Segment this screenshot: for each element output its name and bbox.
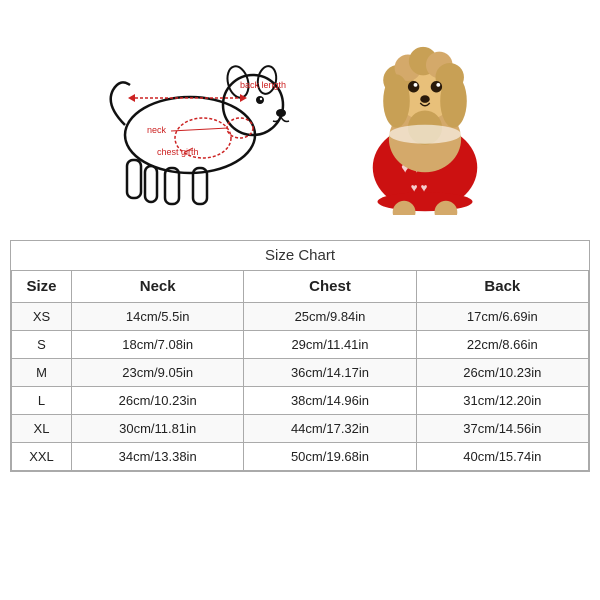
svg-text:neck: neck [147,125,167,135]
size-cell: L [12,387,72,415]
measurement-cell: 25cm/9.84in [244,303,416,331]
table-row: S18cm/7.08in29cm/11.41in22cm/8.66in [12,331,589,359]
table-body: XS14cm/5.5in25cm/9.84in17cm/6.69inS18cm/… [12,303,589,471]
measurement-cell: 18cm/7.08in [72,331,244,359]
measurement-cell: 50cm/19.68in [244,443,416,471]
measurement-cell: 22cm/8.66in [416,331,588,359]
measurement-cell: 14cm/5.5in [72,303,244,331]
dog-diagram-svg: back length neck chest girth [85,30,305,210]
table-header-row: Size Neck Chest Back [12,271,589,303]
size-chart-container: Size Chart Size Neck Chest Back XS14cm/5… [10,240,590,472]
size-chart-table: Size Chart Size Neck Chest Back XS14cm/5… [11,241,589,471]
measurement-cell: 26cm/10.23in [416,359,588,387]
measurement-cell: 26cm/10.23in [72,387,244,415]
measurement-cell: 30cm/11.81in [72,415,244,443]
top-section: back length neck chest girth ♥ ♥ ♥ ♥ [10,10,590,230]
measurement-cell: 37cm/14.56in [416,415,588,443]
size-cell: XS [12,303,72,331]
measurement-cell: 40cm/15.74in [416,443,588,471]
dog-diagram-area: back length neck chest girth [75,20,315,220]
measurement-cell: 34cm/13.38in [72,443,244,471]
header-neck: Neck [72,271,244,303]
measurement-cell: 17cm/6.69in [416,303,588,331]
measurement-cell: 44cm/17.32in [244,415,416,443]
measurement-cell: 29cm/11.41in [244,331,416,359]
measurement-cell: 36cm/14.17in [244,359,416,387]
svg-text:back length: back length [240,80,286,90]
table-row: XS14cm/5.5in25cm/9.84in17cm/6.69in [12,303,589,331]
measurement-cell: 23cm/9.05in [72,359,244,387]
chart-title: Size Chart [12,241,589,271]
table-row: L26cm/10.23in38cm/14.96in31cm/12.20in [12,387,589,415]
table-row: XL30cm/11.81in44cm/17.32in37cm/14.56in [12,415,589,443]
size-cell: S [12,331,72,359]
measurement-cell: 38cm/14.96in [244,387,416,415]
size-cell: XL [12,415,72,443]
measurement-cell: 31cm/12.20in [416,387,588,415]
header-size: Size [12,271,72,303]
poodle-photo: ♥ ♥ ♥ ♥ [325,20,525,220]
table-row: XXL34cm/13.38in50cm/19.68in40cm/15.74in [12,443,589,471]
size-cell: XXL [12,443,72,471]
header-chest: Chest [244,271,416,303]
table-row: M23cm/9.05in36cm/14.17in26cm/10.23in [12,359,589,387]
header-back: Back [416,271,588,303]
page: back length neck chest girth ♥ ♥ ♥ ♥ [0,0,600,600]
svg-text:♥ ♥: ♥ ♥ [411,182,428,194]
poodle-svg: ♥ ♥ ♥ ♥ [335,25,515,215]
size-cell: M [12,359,72,387]
